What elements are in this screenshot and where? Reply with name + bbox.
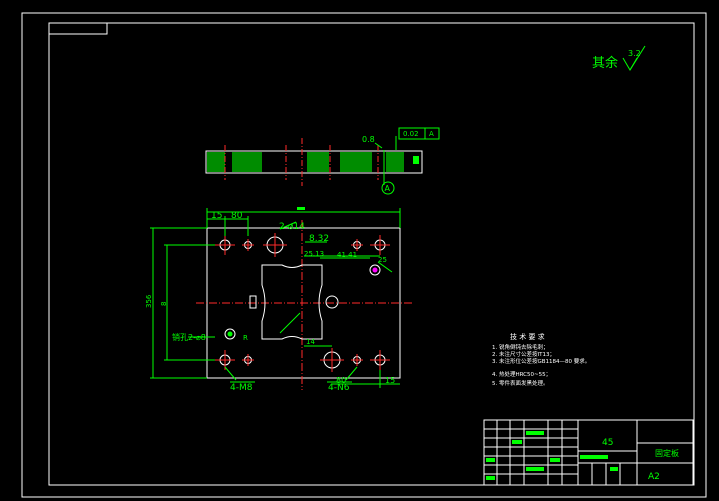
sheet-size: A2 xyxy=(648,472,660,482)
roughness-label: 其余 xyxy=(592,55,618,71)
flatness-value: 0.8 xyxy=(362,135,375,144)
material: 45 xyxy=(602,438,613,448)
note-item: 3. 未注形位公差按GB1184—80 要求。 xyxy=(492,357,590,365)
part-name: 固定板 xyxy=(655,448,679,458)
dim-14-bottom: 14 xyxy=(306,338,315,346)
dim-41-41: 41.41 xyxy=(337,251,357,259)
dim-height-inner: 8 xyxy=(160,302,168,306)
dim-25: 25 xyxy=(378,256,387,264)
note-item: 2. 未注尺寸公差按IT13； xyxy=(492,350,555,358)
note-item: 5. 零件表面发黑处理。 xyxy=(492,379,549,387)
dim-screws-m8: 4-M8 xyxy=(230,383,253,393)
dim-15-left: 15 xyxy=(211,211,222,221)
feature-frame-value: 0.02 xyxy=(403,130,419,138)
cad-drawing: 其余 3.2 A 0.8 0.02 A 15 80 2-⌀14 8.32 25.… xyxy=(0,0,719,501)
note-item: 4. 热处理HRC50~55； xyxy=(492,370,551,378)
dim-8-32: 8.32 xyxy=(309,234,329,244)
dim-25-13: 25.13 xyxy=(304,250,324,258)
note-item: 1. 锐角倒钝去除毛刺； xyxy=(492,343,549,351)
dim-80-right: 80 xyxy=(336,376,346,385)
dim-height-total: 356 xyxy=(145,294,153,308)
datum-label: A xyxy=(385,184,391,193)
notes-title: 技 术 要 求 xyxy=(510,332,545,341)
dim-80-left: 80 xyxy=(231,211,243,221)
dim-15-right: 15 xyxy=(385,376,395,385)
feature-frame-datum: A xyxy=(429,130,434,138)
dim-r: R xyxy=(243,334,248,342)
roughness-value: 3.2 xyxy=(628,49,641,58)
dim-pin-holes: 销孔2-⌀8 xyxy=(172,332,206,342)
dim-holes-top: 2-⌀14 xyxy=(279,222,305,232)
